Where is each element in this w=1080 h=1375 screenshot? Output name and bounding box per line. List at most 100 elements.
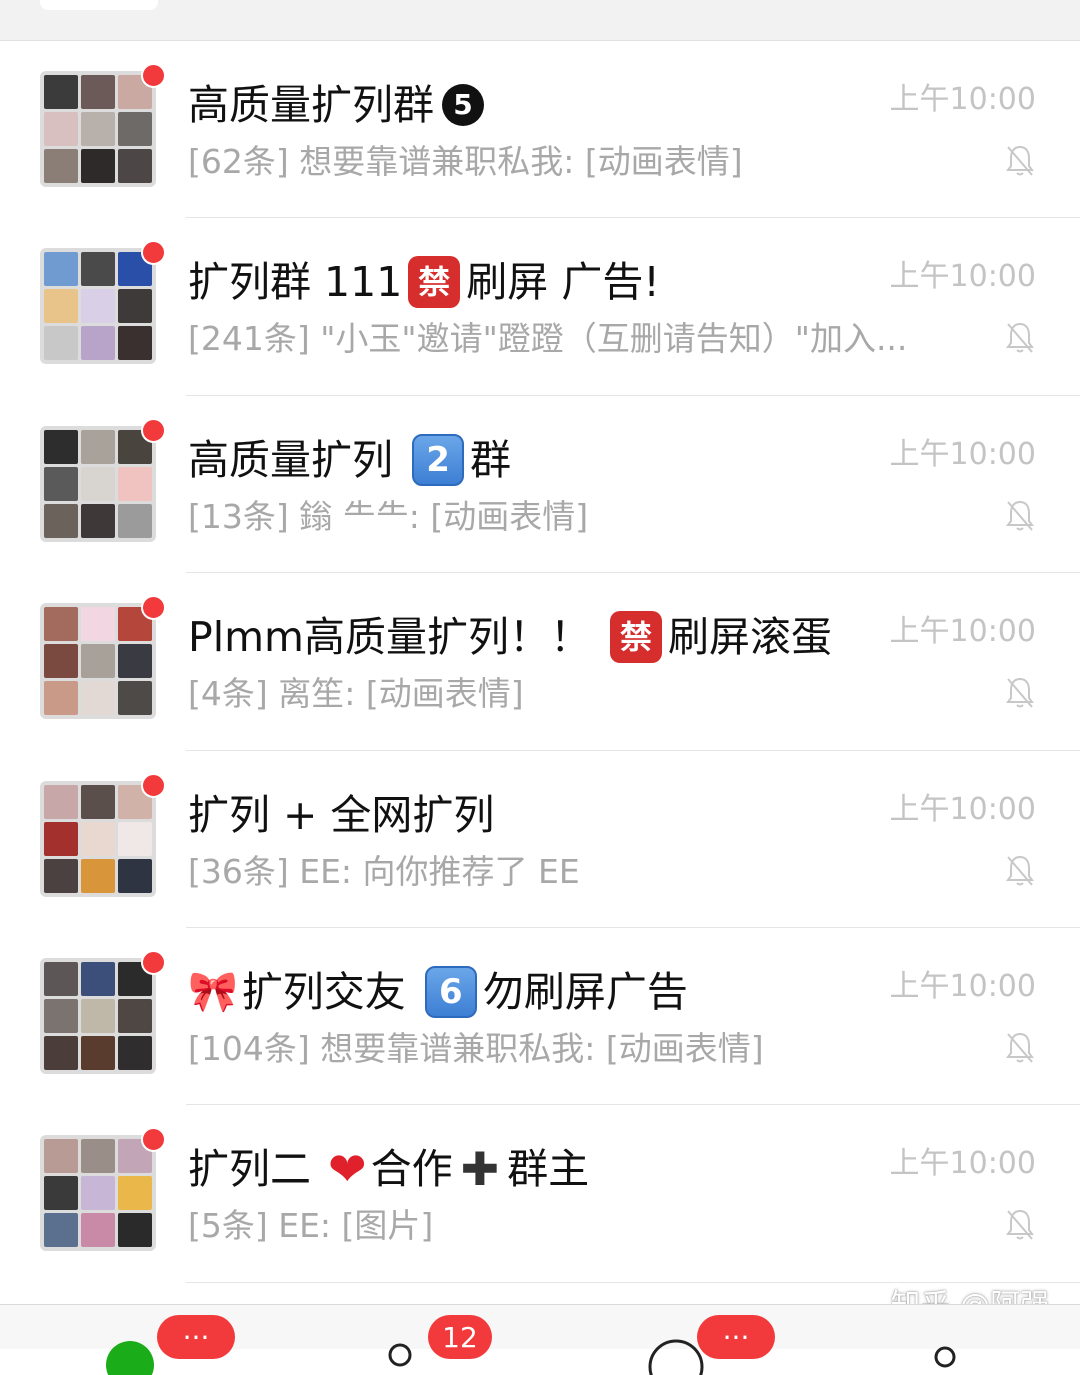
mute-bell-icon bbox=[1006, 678, 1034, 708]
mute-bell-icon bbox=[1006, 145, 1034, 176]
plus-icon: ✚ bbox=[460, 1142, 500, 1197]
number-circle-icon: 5 bbox=[442, 84, 484, 126]
chat-row[interactable]: 🎀 扩列交友 6 勿刷屏广告 [104条] 想要靠谱兼职私我: [动画表情] 上午10:… bbox=[0, 928, 1080, 1106]
contacts-tab-icon[interactable] bbox=[370, 1335, 430, 1375]
unread-dot bbox=[141, 417, 166, 443]
avatar-cell bbox=[118, 1213, 152, 1248]
avatar-cell bbox=[44, 998, 78, 1033]
mute-bell-icon bbox=[1006, 500, 1034, 531]
avatar-cell bbox=[81, 644, 115, 679]
avatar-cell bbox=[81, 503, 115, 538]
title-text: 刷屏 广告! bbox=[466, 258, 660, 307]
me-tab-icon[interactable] bbox=[915, 1335, 975, 1375]
message-time: 上午10:00 bbox=[889, 1146, 1036, 1182]
message-time: 上午10:00 bbox=[889, 436, 1036, 472]
mute-bell-icon bbox=[1006, 1032, 1034, 1063]
avatar-cell bbox=[81, 998, 115, 1033]
group-avatar[interactable] bbox=[40, 71, 156, 187]
avatar-cell bbox=[81, 961, 115, 996]
group-avatar[interactable] bbox=[40, 780, 156, 897]
avatar-cell bbox=[44, 681, 78, 716]
avatar-cell bbox=[118, 821, 152, 856]
avatar-cell bbox=[44, 961, 78, 996]
chats-tab-icon[interactable] bbox=[100, 1335, 160, 1375]
group-avatar[interactable] bbox=[40, 248, 156, 365]
chat-list: 高质量扩列群 5 [62条] 想要靠谱兼职私我: [动画表情] 上午10:00 扩列群 … bbox=[0, 41, 1080, 1283]
avatar-cell bbox=[44, 644, 78, 679]
title-text: 扩列 + 全网扩列 bbox=[188, 790, 495, 839]
avatar-cell bbox=[81, 784, 115, 819]
unread-dot bbox=[141, 772, 166, 798]
unread-dot bbox=[141, 949, 166, 975]
chat-row[interactable]: 扩列群 111 禁刷屏 广告! [241条] "小玉"邀请"蹬蹬（互删请告知）"加入… bbox=[0, 218, 1080, 396]
avatar-cell bbox=[81, 252, 115, 287]
title-text: 高质量扩列群 bbox=[188, 81, 434, 129]
avatar-cell bbox=[44, 858, 78, 893]
avatar-cell bbox=[118, 858, 152, 893]
mute-bell-icon bbox=[1006, 323, 1034, 354]
avatar-cell bbox=[118, 998, 152, 1033]
title-text: 刷屏滚蛋 bbox=[668, 613, 833, 662]
avatar-cell bbox=[81, 289, 115, 324]
chat-title: Plmm高质量扩列！！ 禁刷屏滚蛋 bbox=[188, 607, 832, 667]
prohibited-badge-icon: 禁 bbox=[408, 256, 461, 309]
avatar-cell bbox=[81, 149, 115, 183]
avatar-cell bbox=[44, 784, 78, 819]
message-preview: [4条] 离笙: [动画表情] bbox=[188, 674, 524, 714]
avatar-cell bbox=[44, 1213, 78, 1248]
search-bar-area bbox=[0, 0, 1080, 41]
title-text: 勿刷屏广告 bbox=[482, 967, 688, 1016]
chat-row[interactable]: 高质量扩列 2 群 [13条] 鎓 ⺧⺧: [动画表情] 上午10:00 bbox=[0, 396, 1080, 574]
avatar-cell bbox=[44, 252, 78, 287]
message-preview: [104条] 想要靠谱兼职私我: [动画表情] bbox=[188, 1028, 764, 1068]
message-time: 上午10:00 bbox=[889, 82, 1036, 117]
group-avatar[interactable] bbox=[40, 603, 156, 720]
avatar-cell bbox=[81, 429, 115, 464]
chats-tab-badge: ··· bbox=[157, 1315, 235, 1359]
group-avatar[interactable] bbox=[40, 425, 156, 542]
chat-row[interactable]: 高质量扩列群 5 [62条] 想要靠谱兼职私我: [动画表情] 上午10:00 bbox=[0, 41, 1080, 219]
chat-row[interactable]: Plmm高质量扩列！！ 禁刷屏滚蛋 [4条] 离笙: [动画表情] 上午10:00 bbox=[0, 573, 1080, 751]
title-text: 合作 bbox=[370, 1145, 453, 1194]
avatar-cell bbox=[81, 75, 115, 109]
title-text: 高质量扩列 bbox=[188, 435, 407, 484]
chat-row[interactable]: 扩列二 ❤ 合作 ✚ 群主 [5条] EE: [图片] 上午10:00 bbox=[0, 1105, 1080, 1283]
avatar-cell bbox=[118, 112, 152, 146]
chat-title: 🎀 扩列交友 6 勿刷屏广告 bbox=[188, 962, 688, 1022]
message-preview: [5条] EE: [图片] bbox=[188, 1206, 434, 1246]
mute-bell-icon bbox=[1006, 855, 1034, 886]
avatar-cell bbox=[118, 681, 152, 716]
group-avatar[interactable] bbox=[40, 1135, 156, 1252]
avatar-cell bbox=[44, 821, 78, 856]
avatar-cell bbox=[44, 149, 78, 183]
message-preview: [241条] "小玉"邀请"蹬蹬（互删请告知）"加入... bbox=[188, 319, 908, 359]
title-text: Plmm高质量扩列！！ bbox=[188, 613, 605, 662]
avatar-cell bbox=[118, 644, 152, 679]
discover-tab-badge: ··· bbox=[697, 1315, 775, 1359]
chat-row[interactable]: 扩列 + 全网扩列 [36条] EE: 向你推荐了 EE 上午10:00 bbox=[0, 751, 1080, 928]
bottom-tab-bar: ··· 12 ··· bbox=[0, 1304, 1080, 1375]
chat-title: 扩列二 ❤ 合作 ✚ 群主 bbox=[188, 1139, 589, 1199]
heart-icon: ❤ bbox=[328, 1142, 367, 1197]
avatar-cell bbox=[118, 326, 152, 361]
avatar-cell bbox=[44, 466, 78, 501]
avatar-cell bbox=[81, 326, 115, 361]
message-preview: [36条] EE: 向你推荐了 EE bbox=[188, 851, 580, 891]
avatar-cell bbox=[81, 858, 115, 893]
avatar-cell bbox=[81, 607, 115, 642]
message-preview: [13条] 鎓 ⺧⺧: [动画表情] bbox=[188, 496, 589, 536]
group-avatar[interactable] bbox=[40, 957, 156, 1074]
unread-dot bbox=[141, 1127, 166, 1153]
avatar-cell bbox=[81, 1139, 115, 1174]
search-pill[interactable] bbox=[40, 0, 158, 10]
message-time: 上午10:00 bbox=[889, 259, 1036, 295]
avatar-cell bbox=[81, 112, 115, 146]
avatar-cell bbox=[118, 1035, 152, 1070]
chat-title: 扩列群 111 禁刷屏 广告! bbox=[188, 252, 660, 312]
unread-dot bbox=[141, 240, 166, 266]
avatar-cell bbox=[44, 1176, 78, 1211]
avatar-cell bbox=[81, 1035, 115, 1070]
title-text: 扩列交友 bbox=[241, 967, 419, 1016]
message-time: 上午10:00 bbox=[889, 614, 1036, 650]
avatar-cell bbox=[118, 289, 152, 324]
